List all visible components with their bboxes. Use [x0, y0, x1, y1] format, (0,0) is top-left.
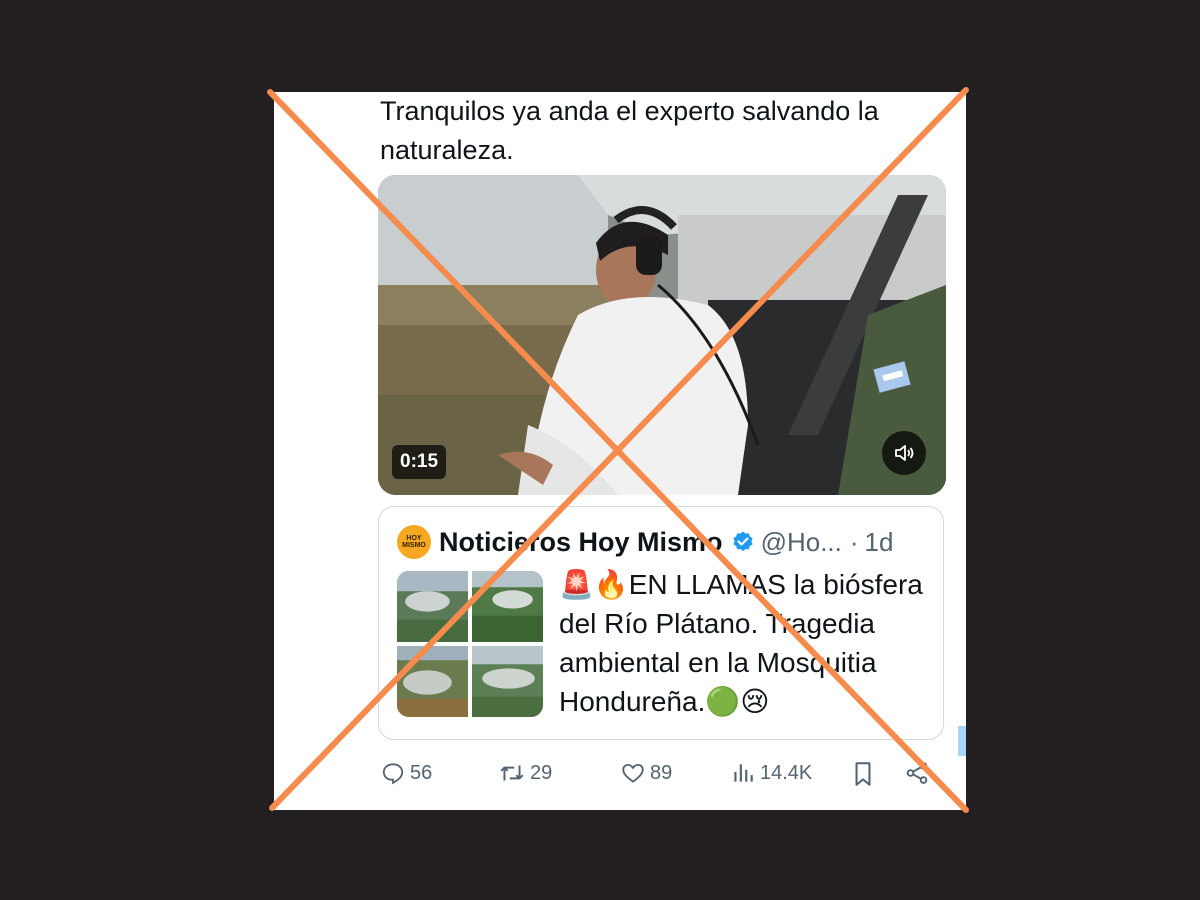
cross-out-mark [267, 87, 969, 813]
